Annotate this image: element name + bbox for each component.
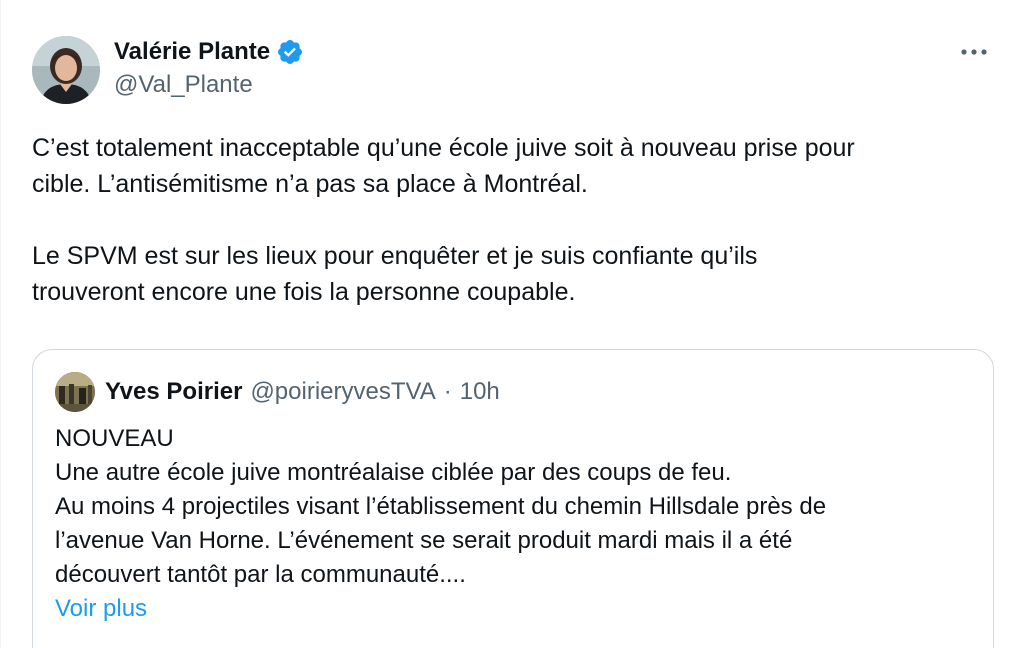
tweet-text-line: C’est totalement inacceptable qu’une éco… <box>32 134 855 162</box>
verified-badge-icon[interactable] <box>276 38 304 66</box>
author-display-name[interactable]: Valérie Plante <box>114 38 270 67</box>
more-horizontal-icon <box>961 49 987 55</box>
quoted-tweet-header: Yves Poirier @poirieryvesTVA · 10h <box>55 372 500 412</box>
tweet-text-line: Le SPVM est sur les lieux pour enquêter … <box>32 242 758 270</box>
tweet-text-line: cible. L’antisémitisme n’a pas sa place … <box>32 170 588 198</box>
quoted-profile-photo-icon <box>55 372 95 412</box>
tweet-text: C’est totalement inacceptable qu’une éco… <box>32 130 992 310</box>
separator-dot: · <box>443 378 452 405</box>
tweet-card: Valérie Plante @Val_Plante C’est totalem… <box>0 0 1018 648</box>
author-avatar[interactable] <box>32 36 100 104</box>
more-options-button[interactable] <box>960 40 988 64</box>
quoted-text-line: découvert tantôt par la communauté.... <box>55 561 466 588</box>
tweet-text-line: trouveront encore une fois la personne c… <box>32 278 576 306</box>
show-more-link[interactable]: Voir plus <box>55 595 147 622</box>
quoted-text-line: NOUVEAU <box>55 425 174 452</box>
quoted-author-avatar[interactable] <box>55 372 95 412</box>
quoted-text-line: Au moins 4 projectiles visant l’établiss… <box>55 493 827 520</box>
quoted-tweet-text: NOUVEAU Une autre école juive montréalai… <box>55 422 975 626</box>
quoted-author-name[interactable]: Yves Poirier <box>105 378 242 406</box>
author-handle[interactable]: @Val_Plante <box>114 71 304 100</box>
author-name-row: Valérie Plante <box>114 38 304 67</box>
author-info: Valérie Plante @Val_Plante <box>114 38 304 100</box>
quoted-text-line: Une autre école juive montréalaise ciblé… <box>55 459 732 486</box>
quoted-tweet[interactable]: Yves Poirier @poirieryvesTVA · 10h NOUVE… <box>32 349 994 648</box>
profile-photo-icon <box>32 36 100 104</box>
quoted-tweet-time[interactable]: 10h <box>460 378 500 406</box>
quoted-text-line: l’avenue Van Horne. L’événement se serai… <box>55 527 793 554</box>
quoted-author-handle[interactable]: @poirieryvesTVA <box>250 378 435 406</box>
